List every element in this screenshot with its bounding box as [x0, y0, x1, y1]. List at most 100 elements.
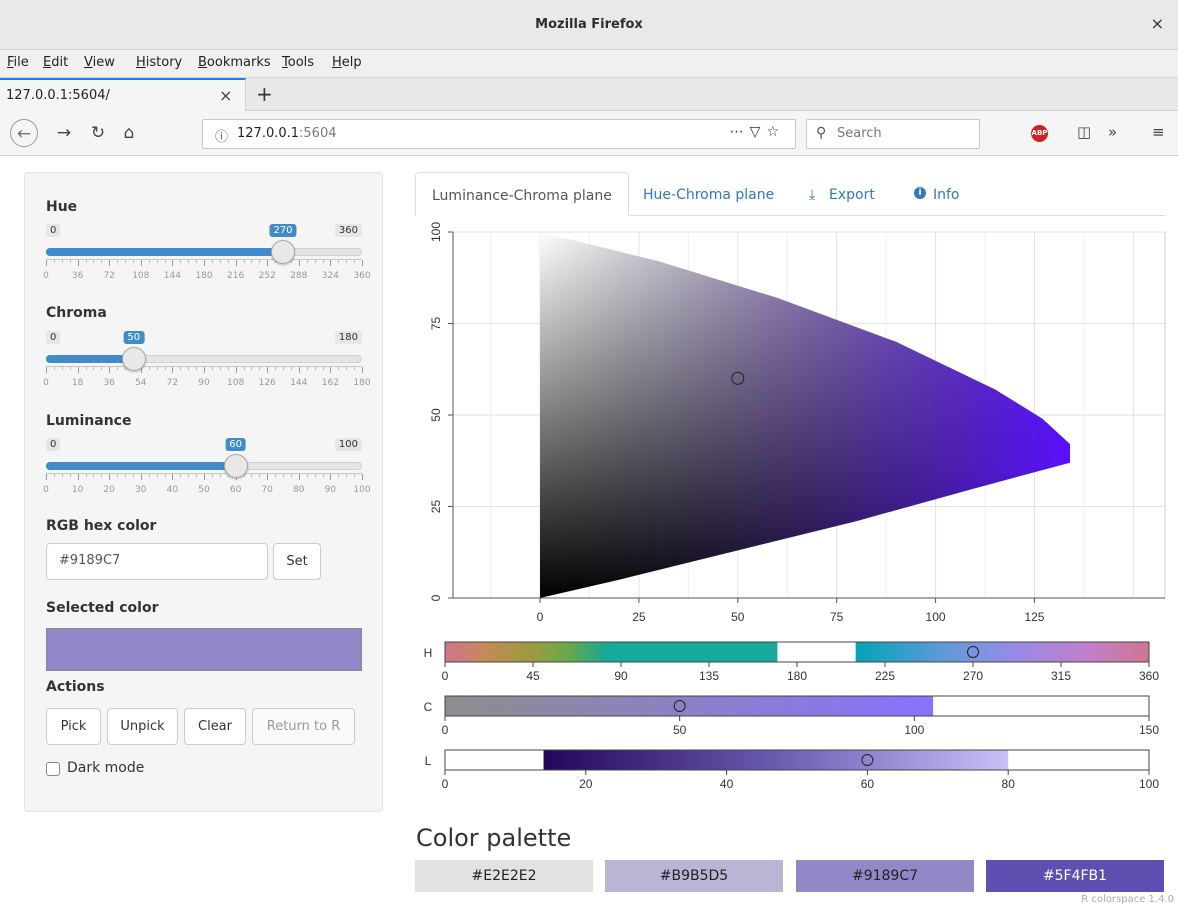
info-icon: i — [914, 187, 926, 199]
menu-edit[interactable]: Edit — [43, 55, 68, 70]
slider-tick-label: 72 — [166, 378, 179, 388]
strip-tick-label: 150 — [1139, 723, 1159, 737]
slider-handle[interactable] — [121, 347, 146, 371]
window-close-button[interactable]: × — [1151, 14, 1164, 33]
unpick-button[interactable]: Unpick — [107, 708, 178, 745]
slider-min: 0 — [46, 224, 61, 237]
slider-tick — [290, 367, 292, 370]
slider-tick — [219, 367, 221, 370]
download-icon: ⤓ — [809, 187, 816, 203]
tab-export[interactable]: ⤓ Export — [793, 172, 891, 216]
luminance-chroma-plot[interactable]: 0 25 50 75 100 125 0 25 50 75 100 — [415, 220, 1175, 630]
overflow-chevron-icon[interactable]: » — [1108, 123, 1117, 141]
menu-bookmarks[interactable]: Bookmarks — [198, 55, 271, 70]
slider-tick — [188, 367, 190, 370]
search-bar[interactable]: ⚲ Search — [806, 119, 980, 149]
slider-tick — [354, 367, 356, 370]
palette-color-1[interactable]: #E2E2E2 — [415, 860, 593, 892]
site-info-icon[interactable]: ⓘ — [215, 126, 228, 145]
slider-tick-label: 72 — [103, 271, 115, 281]
menu-file[interactable]: File — [7, 55, 29, 70]
y-tick-label: 75 — [429, 317, 443, 331]
browser-tab-label: 127.0.0.1:5604/ — [6, 88, 110, 103]
slider-tick — [53, 367, 55, 370]
clear-button[interactable]: Clear — [184, 708, 246, 745]
slider-tick — [180, 260, 182, 263]
url-text: 127.0.0.1:5604 — [237, 126, 337, 141]
return-to-r-button[interactable]: Return to R — [252, 708, 355, 745]
menu-help[interactable]: Help — [332, 55, 362, 70]
slider-tick — [77, 260, 79, 266]
strips-layer: H0 45 90 135 180 225 270 315 360C0 50 100 150L0 20 40… — [424, 641, 1159, 791]
slider-tick — [314, 367, 316, 370]
luminance-slider[interactable]: 0 100 60 0 10 20 30 40 50 60 70 80 90 100 — [43, 438, 371, 496]
palette-color-4[interactable]: #5F4FB1 — [986, 860, 1164, 892]
slider-max: 360 — [334, 224, 362, 237]
set-button[interactable]: Set — [273, 543, 321, 580]
slider-tick — [61, 367, 63, 370]
tab-info[interactable]: i Info — [897, 172, 976, 216]
slider-tick — [77, 367, 79, 373]
hcl-strips[interactable]: H0 45 90 135 180 225 270 315 360C0 50 100 150L0 20 40… — [415, 636, 1175, 816]
slider-tick — [125, 474, 126, 477]
back-arrow-icon[interactable]: ← — [10, 119, 38, 147]
chroma-slider[interactable]: 0 180 50 0 18 36 54 72 90 108 126 144 162 180 — [43, 331, 371, 389]
slider-tick-label: 0 — [43, 271, 49, 281]
tab-strip: 127.0.0.1:5604/ × + — [0, 78, 1178, 112]
palette-color-2[interactable]: #B9B5D5 — [605, 860, 783, 892]
menu-view[interactable]: View — [84, 55, 115, 70]
forward-arrow-icon[interactable]: → — [50, 119, 78, 147]
slider-tick — [259, 474, 261, 477]
menu-tools[interactable]: Tools — [282, 55, 314, 70]
slider-tick — [117, 367, 119, 370]
new-tab-button[interactable]: + — [256, 82, 273, 106]
hex-color-input[interactable]: #9189C7 — [46, 543, 268, 580]
slider-tick — [164, 474, 166, 477]
strip-tick-label: 60 — [861, 777, 875, 791]
strip-label-C: C — [424, 700, 433, 714]
strip-tick-label: 270 — [963, 669, 983, 683]
menu-history[interactable]: History — [136, 55, 182, 70]
x-tick-label: 125 — [1024, 610, 1044, 624]
url-bar[interactable]: ⓘ 127.0.0.1:5604 ⋯▽☆ — [202, 119, 796, 149]
strip-tick-label: 40 — [720, 777, 734, 791]
slider-handle[interactable] — [271, 240, 295, 264]
slider-value: 50 — [123, 331, 145, 344]
slider-tick — [53, 260, 55, 263]
strip-label-L: L — [425, 754, 432, 768]
slider-tick-label: 18 — [71, 378, 84, 388]
pocket-icon[interactable]: ▽ — [750, 124, 767, 140]
pick-button[interactable]: Pick — [46, 708, 101, 745]
slider-tick — [188, 474, 190, 477]
hamburger-menu-icon[interactable]: ≡ — [1152, 123, 1165, 141]
slider-tick — [338, 474, 340, 477]
slider-tick — [322, 260, 324, 263]
strip-tick-label: 0 — [442, 669, 449, 683]
strip-tick-label: 360 — [1139, 669, 1159, 683]
slider-tick — [148, 260, 150, 263]
dark-mode-checkbox[interactable] — [46, 762, 60, 776]
page-actions-menu-icon[interactable]: ⋯ — [730, 124, 750, 140]
slider-tick — [227, 367, 229, 370]
slider-tick-label: 10 — [71, 485, 84, 495]
window-title: Mozilla Firefox — [535, 17, 643, 32]
slider-min: 0 — [46, 438, 61, 451]
hue-slider[interactable]: 0 360 270 0 36 72 108 144 180 216 252 288 324 360 — [43, 224, 371, 282]
adblock-icon[interactable]: ABP — [1031, 125, 1048, 142]
bookmark-star-icon[interactable]: ☆ — [766, 124, 785, 140]
palette-color-3[interactable]: #9189C7 — [796, 860, 974, 892]
slider-ticks — [46, 366, 363, 374]
home-icon[interactable]: ⌂ — [115, 119, 143, 147]
tab-close-icon[interactable]: × — [219, 86, 232, 105]
slider-tick — [306, 474, 308, 477]
reload-icon[interactable]: ↻ — [84, 119, 112, 147]
browser-tab[interactable]: 127.0.0.1:5604/ × — [0, 78, 246, 112]
slider-tick-label: 54 — [135, 378, 147, 388]
tab-hue-chroma-plane[interactable]: Hue-Chroma plane — [627, 172, 790, 216]
dark-mode-label[interactable]: Dark mode — [67, 760, 144, 776]
tab-luminance-chroma-plane[interactable]: Luminance-Chroma plane — [415, 172, 629, 216]
slider-tick-label: 70 — [261, 485, 273, 495]
slider-tick — [46, 367, 47, 373]
reader-view-icon[interactable]: ◫ — [1077, 123, 1091, 141]
slider-handle[interactable] — [223, 454, 248, 478]
